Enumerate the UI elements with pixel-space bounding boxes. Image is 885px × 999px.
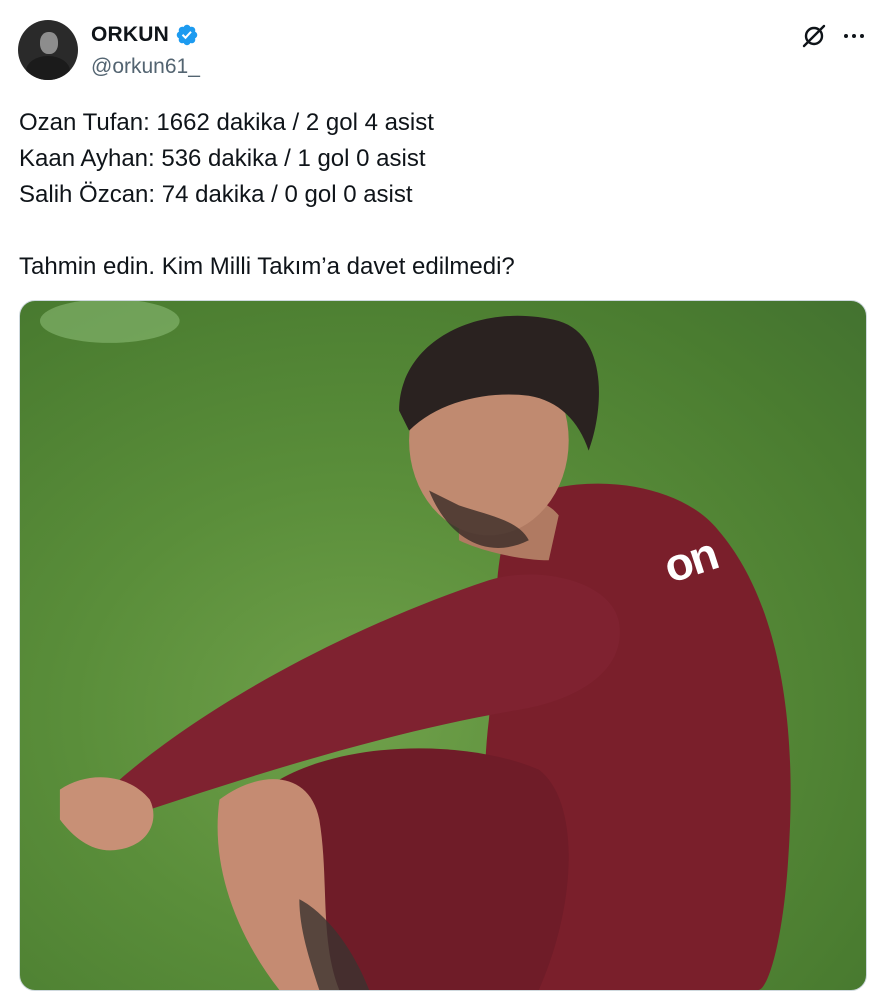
tweet-line: Tahmin edin. Kim Milli Takım’a davet edi…	[19, 253, 515, 280]
author-name-row: ORKUN	[91, 23, 199, 47]
avatar[interactable]	[18, 20, 78, 80]
more-dot	[852, 34, 856, 38]
tweet-photo[interactable]: on	[19, 300, 867, 991]
avatar-shoulders	[26, 56, 70, 80]
author-display-name[interactable]: ORKUN	[91, 23, 169, 47]
more-dot	[860, 34, 864, 38]
more-icon[interactable]	[838, 22, 870, 50]
tweet-text: Ozan Tufan: 1662 dakika / 2 gol 4 asist …	[19, 105, 859, 285]
verified-badge-icon[interactable]	[175, 23, 199, 47]
photo-illustration	[39, 301, 791, 990]
tweet-line: Salih Özcan: 74 dakika / 0 gol 0 asist	[19, 181, 413, 208]
grok-icon[interactable]	[800, 22, 828, 50]
avatar-head	[40, 32, 58, 54]
tweet-line: Kaan Ayhan: 536 dakika / 1 gol 0 asist	[19, 145, 426, 172]
tweet-line: Ozan Tufan: 1662 dakika / 2 gol 4 asist	[19, 109, 434, 136]
more-dot	[844, 34, 848, 38]
tweet: ORKUN @orkun61_ Ozan Tufan: 1662 dakika …	[0, 0, 885, 999]
author-handle[interactable]: @orkun61_	[91, 55, 200, 79]
